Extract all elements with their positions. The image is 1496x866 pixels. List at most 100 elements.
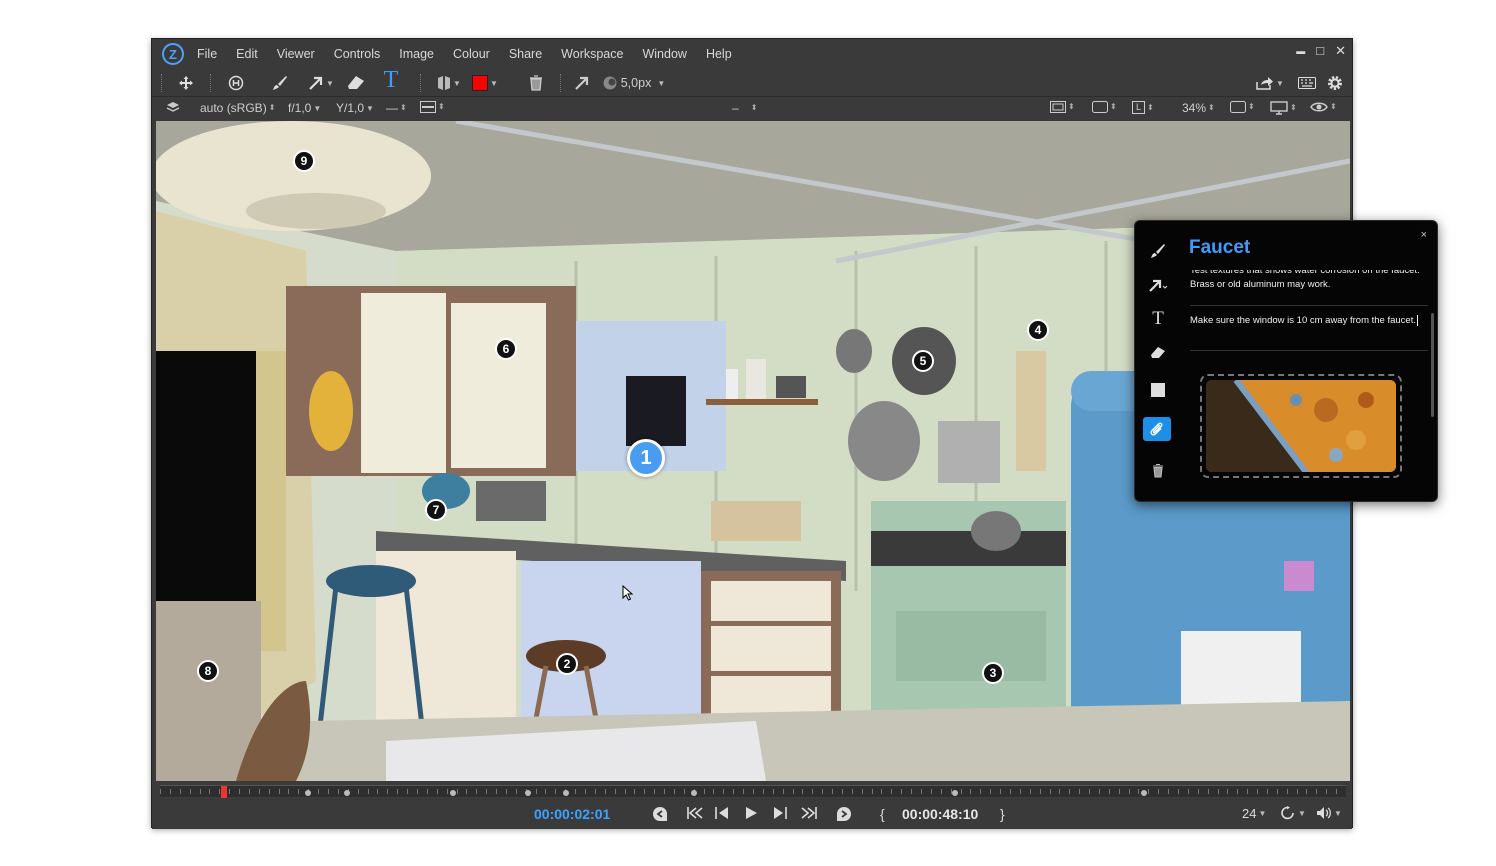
annot-trash-icon[interactable] [1143,459,1173,483]
timeline-scrubber[interactable] [160,785,1346,798]
annotation-marker-5[interactable]: 5 [912,350,934,372]
menu-colour[interactable]: Colour [453,47,490,61]
brush-icon[interactable] [270,73,290,93]
fps-dropdown[interactable]: 24 ▼ [1242,806,1266,821]
shape-icon[interactable]: ▼ [436,73,462,93]
annotation-marker-7[interactable]: 7 [425,499,447,521]
display-icon[interactable]: ⬍ [1270,101,1297,115]
menu-file[interactable]: File [197,47,217,61]
annotation-scrollbar[interactable] [1431,313,1434,417]
mask-dropdown[interactable]: ⬍ [1092,101,1117,113]
annotation-marker-8[interactable]: 8 [197,660,219,682]
corrosion-texture-image [1206,380,1396,472]
annot-text-icon[interactable]: T [1143,307,1173,331]
hotkey-icon[interactable] [226,73,246,93]
menu-controls[interactable]: Controls [334,47,381,61]
annotation-note-1-text: Test textures that shows water corrosion… [1190,270,1420,290]
channel-dropdown[interactable]: — ⬍ [386,101,407,115]
annotation-note-1[interactable]: Test textures that shows water corrosion… [1190,270,1430,298]
next-annotation-icon[interactable] [836,806,852,822]
timeline-tick [743,789,744,794]
settings-icon[interactable] [1324,73,1346,93]
timeline-annotation-keyframe[interactable] [952,790,958,796]
annotation-marker-6[interactable]: 6 [495,338,517,360]
annot-arrow-icon[interactable] [1143,273,1173,297]
current-time: 00:00:02:01 [534,806,610,822]
timeline-annotation-keyframe[interactable] [525,790,531,796]
in-point-marker[interactable]: { [880,806,885,822]
zoom-dropdown[interactable]: 34% ⬍ [1182,101,1215,115]
brush-size-dropdown[interactable]: 5,0px ▼ [600,73,668,93]
attach-icon[interactable] [1143,417,1171,441]
playhead[interactable] [221,786,227,798]
step-back-button[interactable] [714,806,730,820]
annotation-marker-1[interactable]: 1 [627,439,665,477]
menu-window[interactable]: Window [642,47,686,61]
safe-area-dropdown[interactable]: ⬍ [1230,101,1255,113]
timeline-tick [279,789,280,794]
move-icon[interactable] [176,73,196,93]
maximize-button[interactable]: □ [1316,43,1324,59]
eye-icon[interactable]: ⬍ [1310,101,1337,113]
annotation-close-button[interactable]: × [1421,229,1427,241]
timeline-annotation-keyframe[interactable] [691,790,697,796]
volume-icon[interactable]: ▼ [1316,806,1342,820]
timeline-tick [506,789,507,794]
timeline-tick [931,789,932,794]
gamma-dropdown[interactable]: Y/1,0 ▼ [336,101,374,115]
color-space-dropdown[interactable]: auto (sRGB) ⬍ [200,101,275,115]
timeline-annotation-keyframe[interactable] [344,790,350,796]
step-forward-button[interactable] [772,806,788,820]
arrow-icon[interactable]: ▼ [308,73,334,93]
minimize-button[interactable]: ▬ [1296,43,1305,59]
annotation-note-2[interactable]: Make sure the window is 10 cm away from … [1190,314,1430,328]
menu-workspace[interactable]: Workspace [561,47,623,61]
close-button[interactable]: ✕ [1335,43,1346,59]
frame-mode-dropdown[interactable]: ⬍ [1050,101,1075,113]
color-swatch[interactable]: ▼ [472,73,498,93]
timeline-annotation-keyframe[interactable] [450,790,456,796]
annotation-marker-9[interactable]: 9 [293,150,315,172]
keyboard-icon[interactable] [1296,73,1318,93]
menu-help[interactable]: Help [706,47,732,61]
timeline-tick [1237,789,1238,794]
annotation-marker-2[interactable]: 2 [556,653,578,675]
timeline-tick [842,789,843,794]
timeline-tick [615,789,616,794]
menu-edit[interactable]: Edit [236,47,258,61]
menu-viewer[interactable]: Viewer [277,47,315,61]
text-icon[interactable]: T [380,67,402,93]
prev-annotation-icon[interactable] [652,806,668,822]
toolbar-separator [210,74,211,92]
timeline-tick [1316,789,1317,794]
menu-share[interactable]: Share [509,47,542,61]
timeline-tick [644,789,645,794]
loop-icon[interactable]: ▼ [1280,806,1306,820]
annotation-marker-3[interactable]: 3 [982,662,1004,684]
annot-brush-icon[interactable] [1143,239,1173,263]
out-point-marker[interactable]: } [1000,806,1005,822]
eraser-icon[interactable] [346,73,366,93]
compare-mode-dropdown[interactable]: ⬍ [420,101,445,113]
annotation-marker-4[interactable]: 4 [1027,319,1049,341]
annot-eraser-icon[interactable] [1143,341,1173,365]
layers-icon[interactable] [166,101,180,113]
timeline-tick [1109,789,1110,794]
timeline-annotation-keyframe[interactable] [563,790,569,796]
fstop-dropdown[interactable]: f/1,0 ▼ [288,101,321,115]
play-button[interactable] [744,806,758,820]
timeline-annotation-keyframe[interactable] [1141,790,1147,796]
timeline-annotation-keyframe[interactable] [305,790,311,796]
pointer-icon[interactable] [572,73,592,93]
timeline-tick [793,789,794,794]
first-frame-button[interactable] [686,806,704,820]
last-frame-button[interactable] [800,806,818,820]
timeline-tick [160,789,161,794]
menu-image[interactable]: Image [399,47,434,61]
lut-dropdown[interactable]: L ⬍ [1132,101,1154,114]
attached-image[interactable] [1200,374,1402,478]
center-dropdown[interactable]: – ⬍ [732,101,757,115]
share-icon[interactable]: ▼ [1256,73,1284,93]
annot-shape-icon[interactable] [1143,378,1173,402]
trash-icon[interactable] [526,73,546,93]
